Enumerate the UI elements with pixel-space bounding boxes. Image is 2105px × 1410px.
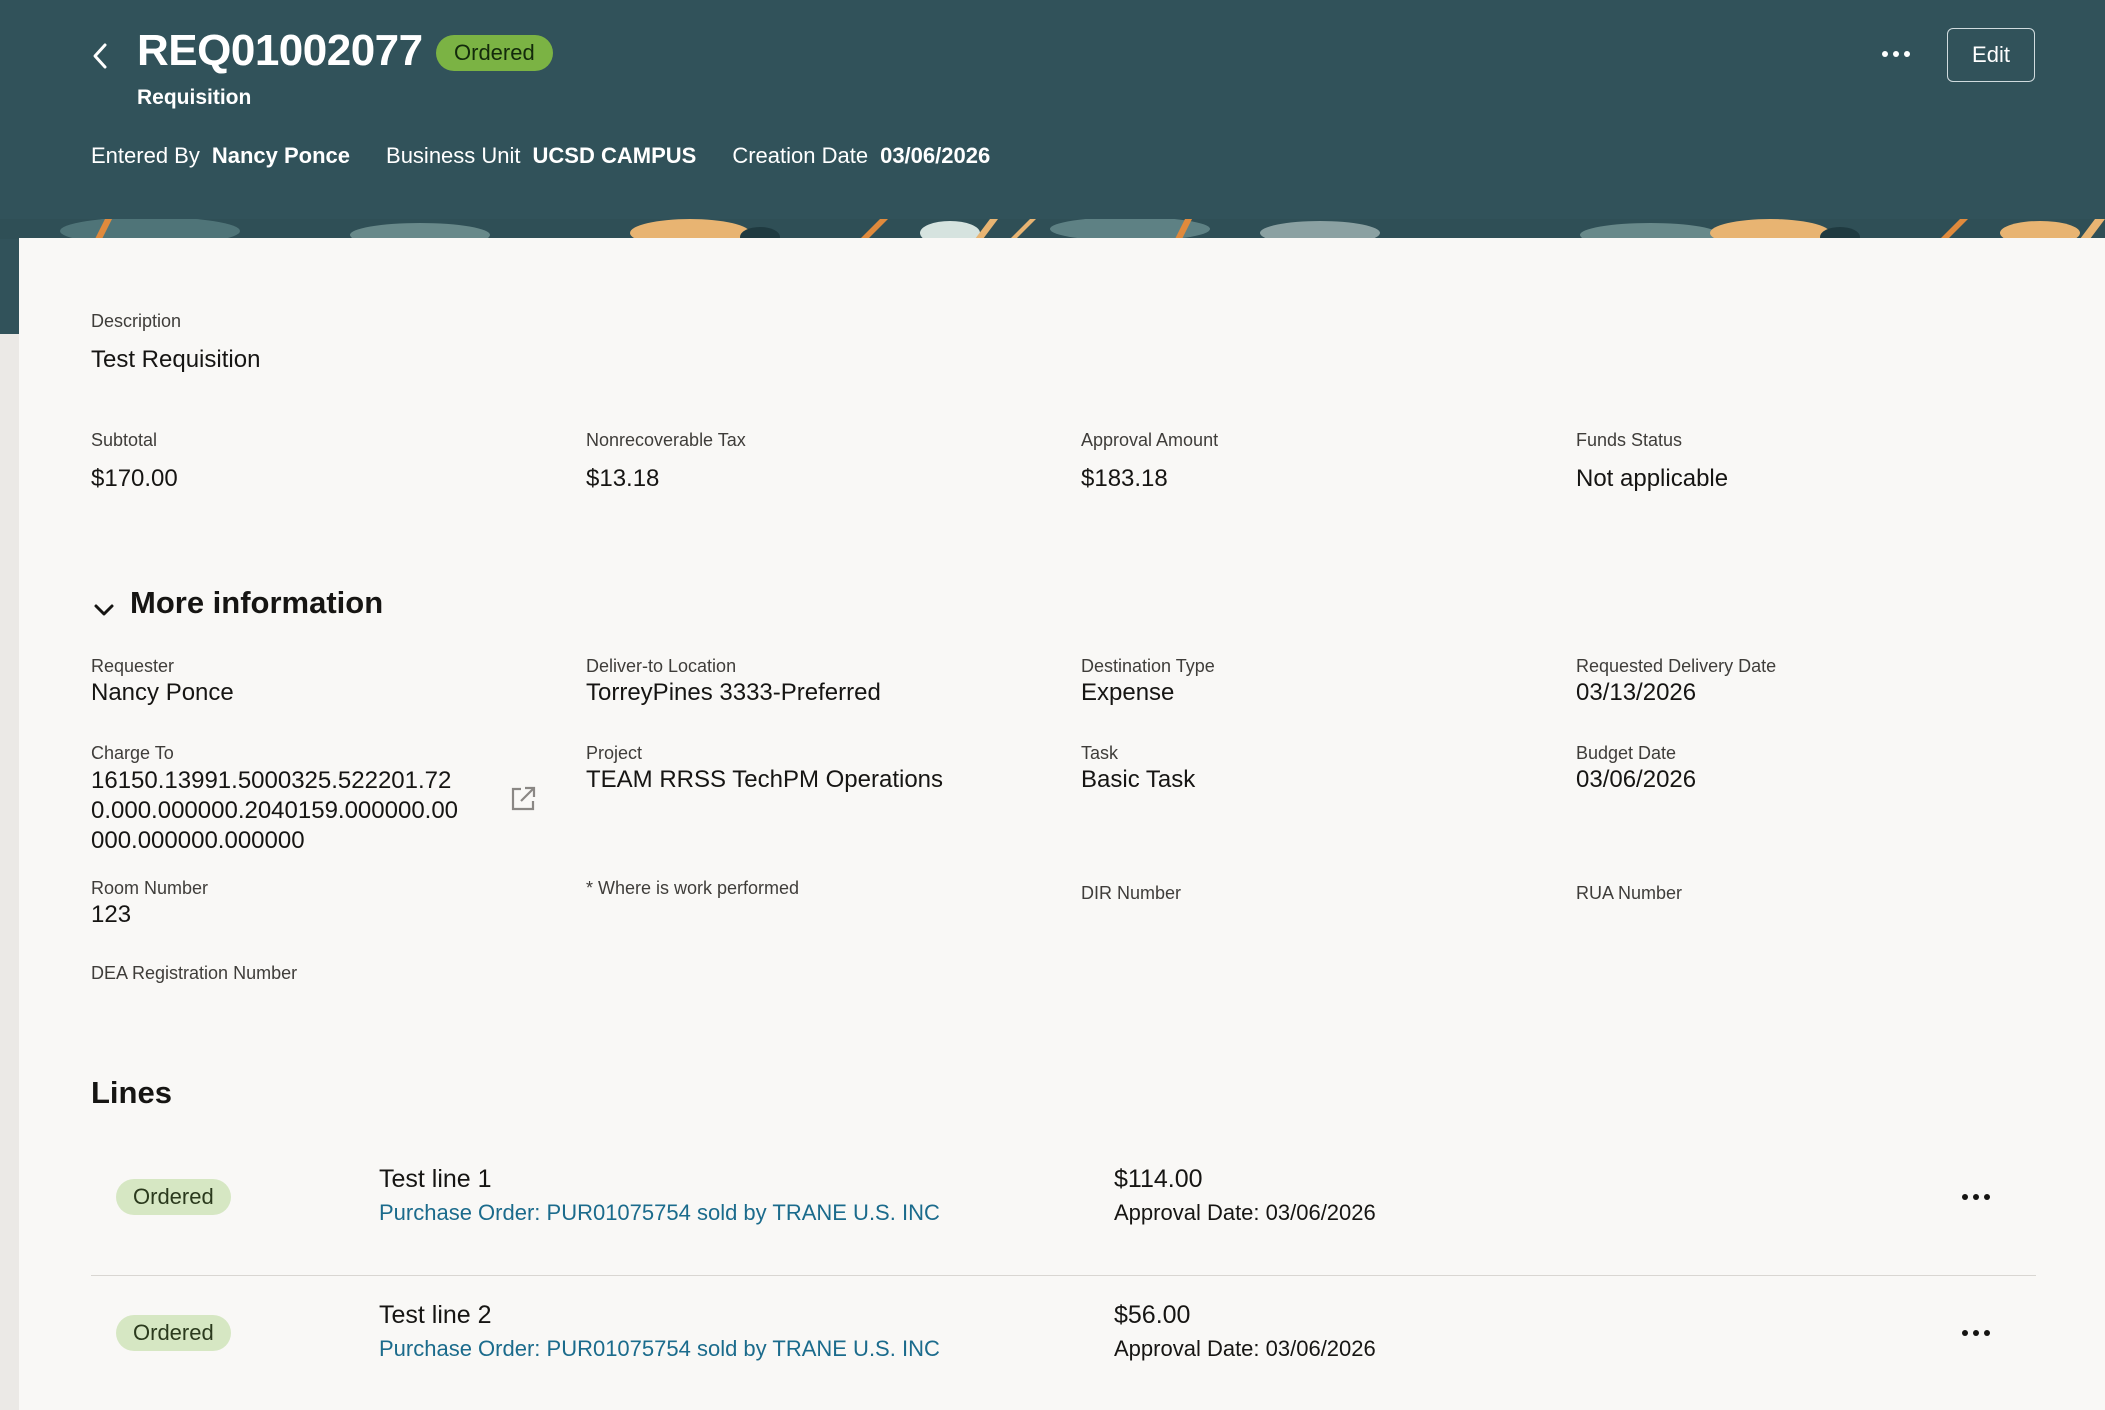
more-actions-button[interactable] bbox=[1870, 34, 1922, 74]
entered-by-label: Entered By bbox=[91, 143, 200, 168]
requested-delivery-label: Requested Delivery Date bbox=[1576, 656, 1777, 676]
budget-date-label: Budget Date bbox=[1576, 743, 1677, 763]
funds-status-label: Funds Status bbox=[1576, 430, 1683, 450]
business-unit: Business Unit UCSD CAMPUS bbox=[386, 143, 696, 169]
line-status-badge: Ordered bbox=[116, 1315, 231, 1351]
deliver-to-value: TorreyPines 3333-Preferred bbox=[586, 679, 881, 706]
edit-button[interactable]: Edit bbox=[1947, 28, 2035, 82]
header-metadata: Entered By Nancy Ponce Business Unit UCS… bbox=[91, 143, 990, 169]
approval-amount-label: Approval Amount bbox=[1081, 430, 1219, 450]
requested-delivery-value: 03/13/2026 bbox=[1576, 679, 1697, 706]
description-label: Description bbox=[91, 311, 182, 331]
list-item[interactable]: Ordered Test line 1 Purchase Order: PUR0… bbox=[91, 1155, 2036, 1275]
more-actions-icon bbox=[1962, 1194, 1990, 1200]
more-actions-icon bbox=[1882, 51, 1910, 57]
description-value: Test Requisition bbox=[91, 346, 261, 373]
back-button[interactable] bbox=[80, 36, 120, 76]
more-actions-icon bbox=[1962, 1330, 1990, 1336]
line-name: Test line 2 bbox=[379, 1301, 492, 1329]
dea-registration-label: DEA Registration Number bbox=[91, 963, 298, 983]
subtotal-label: Subtotal bbox=[91, 430, 158, 450]
approval-amount-value: $183.18 bbox=[1081, 465, 1168, 492]
creation-date-label: Creation Date bbox=[732, 143, 869, 168]
line-more-actions-button[interactable] bbox=[1951, 1313, 2001, 1353]
business-unit-value: UCSD CAMPUS bbox=[532, 143, 697, 168]
charge-to-line: 0.000.000000.2040159.000000.00 bbox=[91, 797, 459, 824]
charge-to-label: Charge To bbox=[91, 743, 174, 763]
line-approval-date: Approval Date: 03/06/2026 bbox=[1114, 1200, 1376, 1225]
list-item[interactable]: Ordered Test line 2 Purchase Order: PUR0… bbox=[91, 1291, 2036, 1410]
requester-label: Requester bbox=[91, 656, 175, 676]
page-subtitle: Requisition bbox=[137, 86, 252, 109]
page-title: REQ01002077 bbox=[137, 26, 423, 75]
dir-number-label: DIR Number bbox=[1081, 883, 1182, 903]
budget-date-value: 03/06/2026 bbox=[1576, 766, 1697, 793]
entered-by-value: Nancy Ponce bbox=[211, 143, 351, 168]
chevron-down-icon[interactable] bbox=[92, 598, 116, 622]
line-name: Test line 1 bbox=[379, 1165, 492, 1193]
room-number-value: 123 bbox=[91, 901, 132, 928]
creation-date-value: 03/06/2026 bbox=[880, 143, 991, 168]
destination-type-label: Destination Type bbox=[1081, 656, 1215, 676]
purchase-order-link[interactable]: Purchase Order: PUR01075754 sold by TRAN… bbox=[379, 1200, 940, 1226]
purchase-order-link[interactable]: Purchase Order: PUR01075754 sold by TRAN… bbox=[379, 1336, 940, 1362]
decorative-banner bbox=[0, 219, 2105, 239]
deliver-to-label: Deliver-to Location bbox=[586, 656, 737, 676]
work-location-label: * Where is work performed bbox=[586, 878, 800, 898]
line-divider bbox=[91, 1275, 2036, 1276]
destination-type-value: Expense bbox=[1081, 679, 1175, 706]
tax-label: Nonrecoverable Tax bbox=[586, 430, 746, 450]
line-amount: $114.00 bbox=[1114, 1165, 1203, 1193]
charge-to-value: 16150.13991.5000325.522201.72 0.000.0000… bbox=[91, 766, 458, 856]
line-status-badge: Ordered bbox=[116, 1179, 231, 1215]
room-number-label: Room Number bbox=[91, 878, 209, 898]
creation-date: Creation Date 03/06/2026 bbox=[732, 143, 990, 169]
open-external-icon[interactable] bbox=[508, 784, 538, 814]
lines-heading: Lines bbox=[91, 1075, 172, 1110]
line-approval-date: Approval Date: 03/06/2026 bbox=[1114, 1336, 1376, 1361]
project-label: Project bbox=[586, 743, 643, 763]
funds-status-value: Not applicable bbox=[1576, 465, 1729, 492]
entered-by: Entered By Nancy Ponce bbox=[91, 143, 350, 169]
chevron-left-icon bbox=[93, 43, 107, 69]
project-value: TEAM RRSS TechPM Operations bbox=[586, 766, 944, 793]
charge-to-line: 000.000000.000000 bbox=[91, 827, 305, 854]
more-information-toggle[interactable]: More information bbox=[130, 585, 383, 621]
task-value: Basic Task bbox=[1081, 766, 1196, 793]
left-edge-decoration bbox=[0, 334, 19, 1410]
business-unit-label: Business Unit bbox=[386, 143, 521, 168]
requester-value: Nancy Ponce bbox=[91, 679, 234, 706]
line-more-actions-button[interactable] bbox=[1951, 1177, 2001, 1217]
charge-to-line: 16150.13991.5000325.522201.72 bbox=[91, 767, 452, 794]
rua-number-label: RUA Number bbox=[1576, 883, 1683, 903]
status-badge: Ordered bbox=[436, 35, 553, 71]
task-label: Task bbox=[1081, 743, 1119, 763]
tax-value: $13.18 bbox=[586, 465, 660, 492]
line-amount: $56.00 bbox=[1114, 1301, 1191, 1329]
subtotal-value: $170.00 bbox=[91, 465, 178, 492]
